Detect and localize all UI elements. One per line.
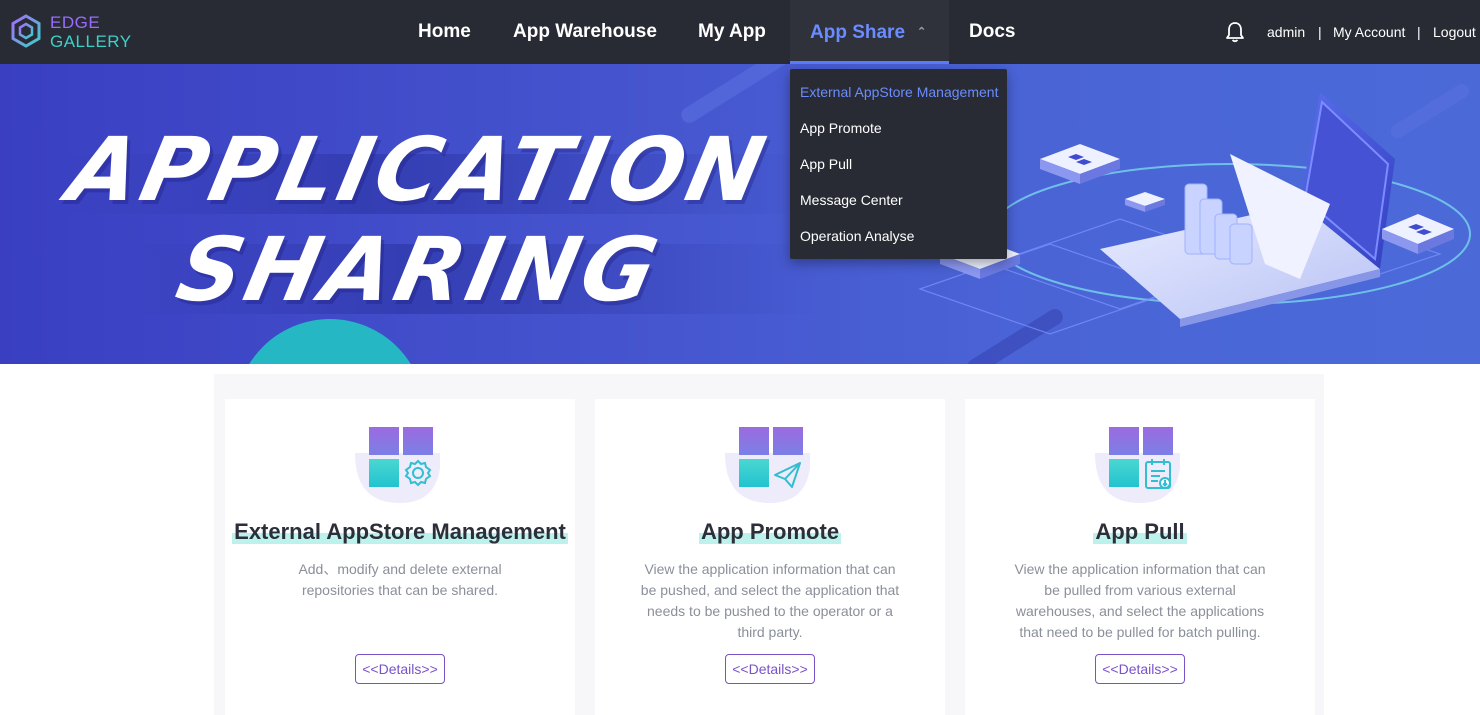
logo-text: EDGE GALLERY — [50, 13, 132, 51]
menu-item-app-pull[interactable]: App Pull — [790, 146, 1007, 182]
details-button[interactable]: <<Details>> — [1095, 654, 1185, 684]
card-external-appstore-management: External AppStore Management Add、modify … — [225, 399, 575, 715]
logo-cube-icon — [11, 14, 41, 48]
top-navigation-bar: EDGE GALLERY Home App Warehouse My App A… — [0, 0, 1480, 64]
menu-item-message-center[interactable]: Message Center — [790, 182, 1007, 218]
gear-icon — [355, 427, 440, 503]
card-description: View the application information that ca… — [640, 561, 900, 640]
card-app-promote: App Promote View the application informa… — [595, 399, 945, 715]
card-title: App Promote — [698, 519, 842, 544]
card-title: External AppStore Management — [232, 519, 568, 544]
bell-icon[interactable] — [1224, 21, 1246, 43]
banner-title-line-1: APPLICATION — [59, 118, 778, 221]
logo-line-1: EDGE — [50, 13, 101, 32]
logo-line-2: GALLERY — [50, 32, 132, 51]
separator: | — [1318, 24, 1322, 40]
details-button[interactable]: <<Details>> — [355, 654, 445, 684]
logout-link[interactable]: Logout — [1433, 0, 1476, 64]
nav-app-share-label: App Share — [810, 22, 906, 43]
my-account-link[interactable]: My Account — [1333, 0, 1405, 64]
menu-item-app-promote[interactable]: App Promote — [790, 110, 1007, 146]
banner-title-line-2: SHARING — [168, 218, 670, 321]
card-app-pull: App Pull View the application informatio… — [965, 399, 1315, 715]
nav-my-app[interactable]: My App — [698, 0, 766, 64]
app-share-dropdown-menu: External AppStore Management App Promote… — [790, 69, 1007, 259]
separator: | — [1417, 24, 1421, 40]
banner-title: APPLICATION SHARING — [39, 118, 778, 321]
nav-home[interactable]: Home — [418, 0, 471, 64]
details-button[interactable]: <<Details>> — [725, 654, 815, 684]
card-description: Add、modify and delete external repositor… — [298, 561, 502, 598]
username[interactable]: admin — [1267, 0, 1305, 64]
nav-app-share[interactable]: App Share ⌃ — [790, 0, 949, 64]
card-title: App Pull — [1093, 519, 1187, 544]
nav-docs[interactable]: Docs — [969, 0, 1015, 64]
feature-cards-section: External AppStore Management Add、modify … — [214, 374, 1324, 715]
card-description: View the application information that ca… — [1014, 561, 1266, 640]
menu-item-external-appstore-management[interactable]: External AppStore Management — [790, 74, 1007, 110]
document-download-icon — [1095, 427, 1180, 503]
hero-banner: APPLICATION SHARING — [0, 64, 1480, 364]
paper-plane-icon — [725, 427, 810, 503]
edgegallery-logo[interactable]: EDGE GALLERY — [10, 13, 150, 53]
chevron-up-icon: ⌃ — [917, 26, 927, 38]
nav-app-warehouse[interactable]: App Warehouse — [513, 0, 657, 64]
menu-item-operation-analyse[interactable]: Operation Analyse — [790, 218, 1007, 254]
